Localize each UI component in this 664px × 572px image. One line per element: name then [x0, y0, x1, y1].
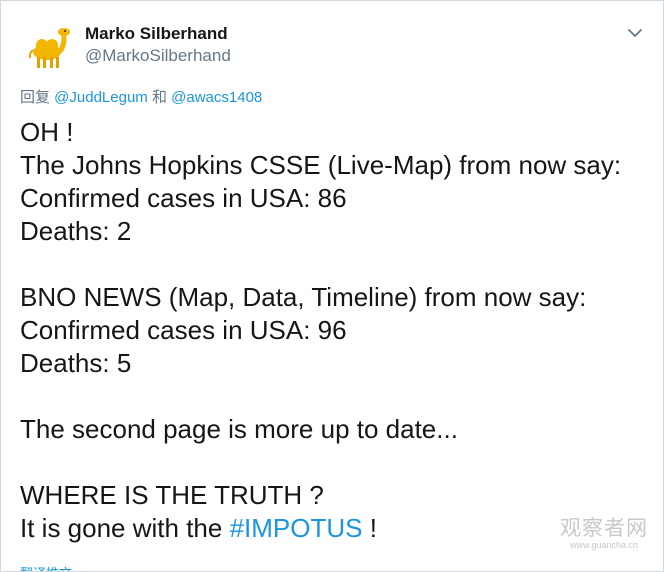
reply-prefix: 回复	[20, 89, 55, 106]
hashtag-link[interactable]: #IMPOTUS	[230, 513, 363, 543]
tweet-text: OH ! The Johns Hopkins CSSE (Live-Map) f…	[20, 116, 650, 545]
translate-tweet-link[interactable]: 翻译推文	[20, 563, 72, 571]
tweet-text-line: The second page is more up to date...	[20, 414, 458, 444]
watermark-url: www.guancha.cn	[569, 540, 639, 550]
tweet-card: Marko Silberhand @MarkoSilberhand 回复 @Ju…	[0, 0, 664, 572]
reply-context: 回复 @JuddLegum 和 @awacs1408	[20, 86, 262, 107]
camel-avatar-icon[interactable]	[17, 15, 75, 73]
chevron-down-icon[interactable]	[625, 25, 645, 41]
watermark-text: 观察者网	[560, 516, 648, 540]
tweet-text-line: Confirmed cases in USA: 96	[20, 315, 347, 345]
tweet-text-line: Confirmed cases in USA: 86	[20, 183, 347, 213]
tweet-text-line: The Johns Hopkins CSSE (Live-Map) from n…	[20, 150, 622, 180]
tweet-text-line: OH !	[20, 117, 74, 147]
tweet-text-line: BNO NEWS (Map, Data, Timeline) from now …	[20, 282, 587, 312]
author-handle[interactable]: @MarkoSilberhand	[85, 46, 231, 66]
tweet-text-line: Deaths: 5	[20, 348, 132, 378]
mention-link[interactable]: @JuddLegum	[54, 89, 148, 106]
author-display-name[interactable]: Marko Silberhand	[85, 24, 228, 44]
tweet-text-fragment: !	[362, 513, 377, 543]
reply-conjunction: 和	[147, 89, 172, 106]
tweet-text-fragment: It is gone with the	[20, 513, 230, 543]
tweet-text-line: WHERE IS THE TRUTH ?	[20, 480, 324, 510]
mention-link[interactable]: @awacs1408	[171, 89, 262, 106]
watermark: 观察者网 www.guancha.cn	[554, 516, 654, 550]
tweet-text-line: Deaths: 2	[20, 216, 132, 246]
